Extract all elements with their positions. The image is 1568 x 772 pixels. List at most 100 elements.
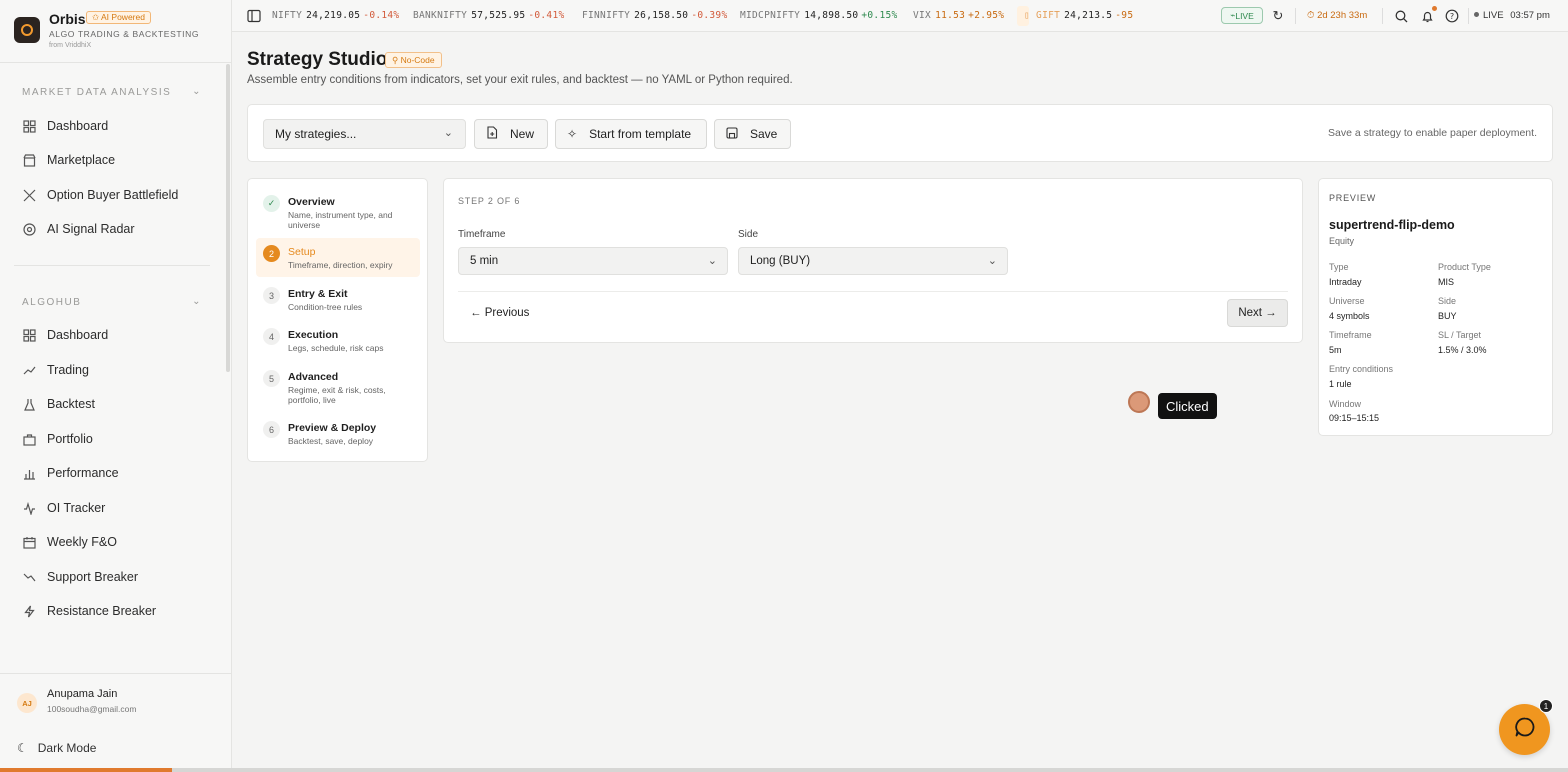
sidebar-scrollbar[interactable] (226, 64, 230, 372)
sidebar-item-marketplace[interactable]: Marketplace (22, 148, 212, 172)
ticker-gift-symbol: GIFT (1036, 10, 1061, 21)
dark-mode-label: Dark Mode (37, 741, 97, 755)
save-icon (726, 126, 738, 142)
sidebar-item-label: Portfolio (47, 432, 93, 446)
sidebar-item-resistance-breaker[interactable]: Resistance Breaker (22, 599, 212, 623)
ticker-symbol: VIX (913, 10, 932, 21)
ticker-symbol: NIFTY (272, 10, 303, 21)
ticker-change: -95 (1115, 10, 1134, 21)
file-plus-icon (486, 126, 498, 142)
preview-value: 5m (1329, 345, 1342, 355)
section-header-market-data[interactable]: MARKET DATA ANALYSIS ⌄ (22, 86, 202, 98)
user-profile[interactable]: AJ Anupama Jain 100soudha@gmail.com (0, 673, 231, 731)
divider (1382, 8, 1383, 24)
sidebar-item-dashboard[interactable]: Dashboard (22, 114, 212, 138)
calendar-icon (22, 535, 36, 549)
save-button[interactable]: Save (714, 119, 791, 149)
ticker-gift: ▯ GIFT 24,213.5 -95 (1024, 10, 1133, 21)
swords-icon (22, 188, 36, 202)
sidebar-toggle-icon[interactable] (246, 8, 262, 24)
sidebar-item-label: Dashboard (47, 328, 109, 342)
ticker-value: 26,158.50 (634, 10, 689, 21)
trend-icon (22, 363, 36, 377)
sidebar-item-weekly-fo[interactable]: Weekly F&O (22, 530, 212, 554)
section-header-algohub[interactable]: ALGOHUB ⌄ (22, 296, 202, 308)
ticker-value: 14,898.50 (804, 10, 859, 21)
page-progress-bar (0, 768, 1568, 772)
ticker-symbol: BANKNIFTY (413, 10, 468, 21)
sidebar-item-backtest[interactable]: Backtest (22, 392, 212, 416)
step-desc: Name, instrument type, and universe (288, 210, 393, 230)
status-dot (1474, 12, 1479, 17)
brand-tagline: ALGO TRADING & BACKTESTING (49, 29, 200, 39)
page-title: Strategy Studio (247, 49, 388, 70)
ticker-change: -0.41% (528, 10, 565, 21)
help-icon[interactable]: ? (1444, 8, 1460, 24)
moon-icon: ☾ (17, 741, 28, 755)
sidebar-item-support-breaker[interactable]: Support Breaker (22, 565, 212, 589)
sidebar-item-option-buyer-battlefield[interactable]: Option Buyer Battlefield (22, 183, 212, 207)
step-entry-exit[interactable]: 3 Entry & Exit Condition-tree rules (256, 280, 420, 318)
brand-header: Orbis ✩ AI Powered ALGO TRADING & BACKTE… (0, 0, 231, 63)
flask-icon (22, 397, 36, 411)
ticker-bar: NIFTY 24,219.05 -0.14% BANKNIFTY 57,525.95-… (232, 0, 1568, 32)
timeframe-select[interactable]: 5 min ⌄ (458, 247, 728, 275)
preview-heading: PREVIEW (1329, 193, 1377, 203)
step-execution[interactable]: 4 Execution Legs, schedule, risk caps (256, 321, 420, 359)
chevron-down-icon: ⌄ (987, 255, 997, 267)
start-from-template-button[interactable]: ✧ Start from template (555, 119, 707, 149)
preview-value: 1 rule (1329, 379, 1352, 389)
step-desc: Timeframe, direction, expiry (288, 260, 393, 270)
orbis-logo-icon[interactable] (14, 17, 40, 43)
ticker-symbol: ▯ GIFT (1024, 10, 1061, 21)
ticker-value: 24,219.05 (306, 10, 361, 21)
sidebar-item-label: Marketplace (47, 153, 116, 167)
live-pill-label: LIVE (1235, 10, 1254, 21)
step-title: Preview & Deploy (288, 422, 377, 434)
select-value: My strategies... (275, 127, 357, 141)
save-button-label: Save (750, 127, 778, 141)
strategy-preview: PREVIEW supertrend-flip-demo Equity Type… (1318, 178, 1553, 436)
sidebar-divider (14, 265, 210, 266)
refresh-icon[interactable]: ↻ (1270, 8, 1286, 24)
step-title: Execution (288, 329, 339, 341)
chart-icon (22, 466, 36, 480)
side-label: Side (738, 229, 759, 240)
sidebar-item-ai-signal-radar[interactable]: AI Signal Radar (22, 217, 212, 241)
my-strategies-select[interactable]: My strategies... ⌄ (263, 119, 466, 149)
sidebar-item-algohub-dashboard[interactable]: Dashboard (22, 323, 212, 347)
sidebar-item-performance[interactable]: Performance (22, 461, 212, 485)
next-button[interactable]: Next → (1227, 299, 1288, 327)
brand-from: from VriddhiX (49, 42, 92, 49)
step-number: 4 (263, 328, 280, 345)
side-select[interactable]: Long (BUY) ⌄ (738, 247, 1008, 275)
user-name: Anupama Jain (47, 688, 118, 700)
step-advanced[interactable]: 5 Advanced Regime, exit & risk, costs, p… (256, 363, 420, 411)
sidebar-item-portfolio[interactable]: Portfolio (22, 427, 212, 451)
step-preview-deploy[interactable]: 6 Preview & Deploy Backtest, save, deplo… (256, 414, 420, 452)
sidebar-item-oi-tracker[interactable]: OI Tracker (22, 496, 212, 520)
previous-button[interactable]: ← Previous (470, 307, 529, 319)
timeframe-label: Timeframe (458, 229, 506, 240)
store-icon (22, 153, 36, 167)
step-overview[interactable]: ✓ Overview Name, instrument type, and un… (256, 188, 420, 234)
preview-value: BUY (1438, 311, 1457, 321)
new-button[interactable]: New (474, 119, 548, 149)
sidebar-item-trading[interactable]: Trading (22, 358, 212, 382)
form-divider (458, 291, 1288, 292)
preview-key: SL / Target (1438, 330, 1482, 340)
step-indicator: STEP 2 OF 6 (458, 196, 521, 206)
chevron-down-icon: ⌄ (192, 86, 202, 97)
ticker-banknifty: BANKNIFTY 57,525.95 -0.41% (413, 10, 565, 21)
preview-key: Side (1438, 296, 1457, 306)
search-icon[interactable] (1393, 8, 1409, 24)
ticker-midcpnifty: MIDCPNIFTY 14,898.50 +0.15% (740, 10, 898, 21)
step-setup[interactable]: 2 Setup Timeframe, direction, expiry (256, 238, 420, 277)
wizard-steps: ✓ Overview Name, instrument type, and un… (247, 178, 428, 462)
timeframe-value: 5 min (470, 255, 499, 267)
dark-mode-toggle[interactable]: ☾ Dark Mode (17, 741, 96, 755)
market-timer: ⏱ 2d 23h 33m (1307, 10, 1367, 21)
sidebar-item-label: Resistance Breaker (47, 604, 157, 618)
sidebar-item-label: Dashboard (47, 119, 109, 133)
chat-icon (1514, 716, 1536, 743)
